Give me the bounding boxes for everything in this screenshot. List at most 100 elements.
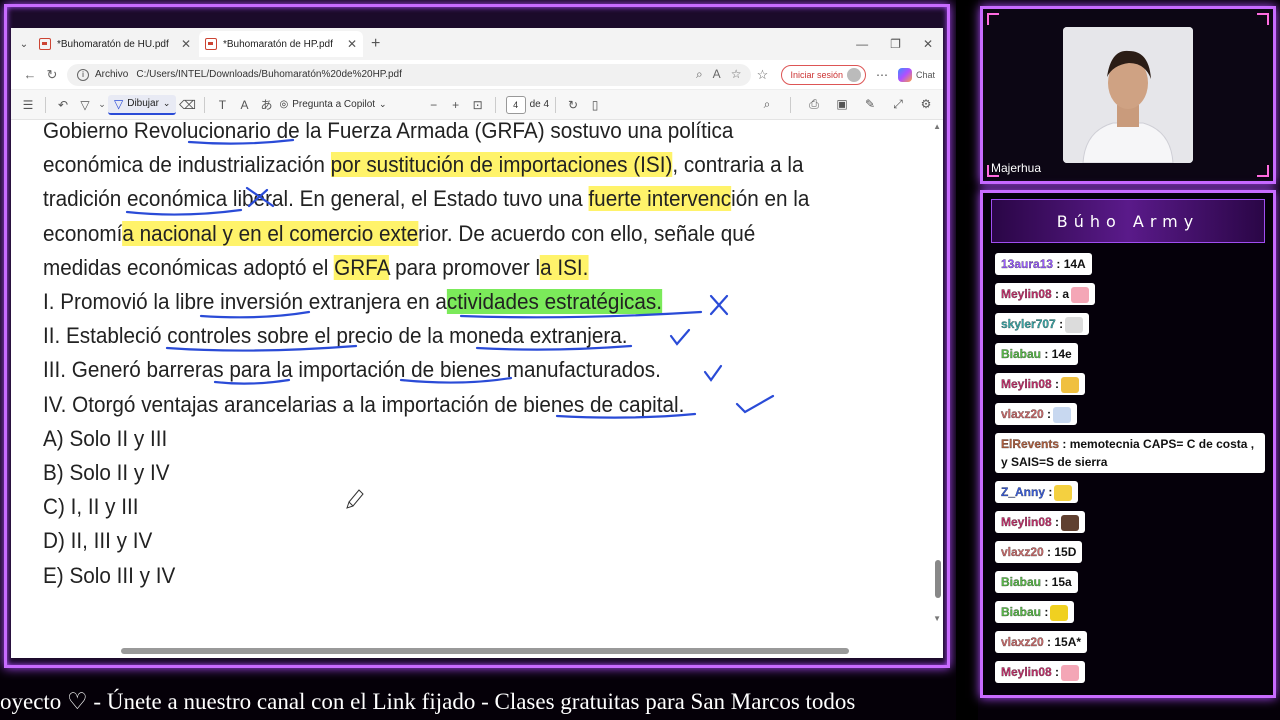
tab-list-chevron-icon[interactable]: ⌄: [15, 39, 33, 50]
new-tab-icon[interactable]: +: [371, 35, 380, 53]
ask-copilot-button[interactable]: ◎ Pregunta a Copilot ⌄: [279, 99, 386, 110]
statement-line: II. Estableció controles sobre el precio…: [43, 319, 792, 353]
translate-icon[interactable]: あ: [255, 96, 277, 113]
chat-message-row: Biabau : 14e: [995, 343, 1271, 373]
chat-username[interactable]: Biabau: [1001, 605, 1041, 619]
text-run: D) II, III y IV: [43, 528, 153, 554]
vertical-scrollbar[interactable]: [935, 560, 941, 598]
more-icon[interactable]: ⋯: [876, 68, 888, 82]
page-view-icon[interactable]: ▯: [584, 98, 606, 112]
print-icon[interactable]: ⎙: [803, 97, 825, 113]
zoom-icon[interactable]: ⌕: [696, 67, 703, 82]
undo-icon[interactable]: ↶: [52, 98, 74, 112]
favorites-icon[interactable]: ☆: [751, 67, 773, 83]
read-aloud-icon[interactable]: A: [233, 98, 255, 112]
chat-username[interactable]: 13aura13: [1001, 257, 1053, 271]
highlight-icon[interactable]: ▽: [74, 98, 96, 112]
scroll-down-icon[interactable]: ▼: [933, 614, 941, 623]
chat-message-row: ElRevents : memotecnia CAPS= C de costa …: [995, 433, 1271, 481]
rotate-icon[interactable]: ↻: [562, 98, 584, 112]
chat-message: vlaxz20 : 15D: [995, 541, 1083, 563]
zoom-in-icon[interactable]: +: [445, 98, 467, 112]
pen-icon: ▽: [114, 96, 124, 111]
chat-message: vlaxz20 : 15A*: [995, 631, 1088, 653]
text-run: Gobierno Revolucionario de la Fuerza Arm…: [43, 120, 734, 143]
text-box-icon[interactable]: T: [211, 98, 233, 112]
eraser-icon[interactable]: ⌫: [176, 98, 198, 112]
chat-username[interactable]: vlaxz20: [1001, 545, 1044, 559]
chat-message-row: vlaxz20 : 15A*: [995, 631, 1271, 661]
chat-username[interactable]: Meylin08: [1001, 515, 1052, 529]
answer-option: E) Solo III y IV: [43, 559, 792, 593]
text-run: para promover l: [389, 254, 541, 280]
chat-message-row: Meylin08 : a: [995, 283, 1271, 313]
copilot-icon: ◎: [279, 99, 289, 110]
chat-username[interactable]: vlaxz20: [1001, 407, 1044, 421]
statement-line: IV. Otorgó ventajas arancelarias a la im…: [43, 388, 792, 422]
chat-username[interactable]: skyler707: [1001, 317, 1056, 331]
chat-username[interactable]: Meylin08: [1001, 665, 1052, 679]
text-run: III. Generó barreras para la importación…: [43, 357, 661, 383]
restore-icon[interactable]: ❐: [890, 37, 901, 51]
signin-button[interactable]: Iniciar sesión: [781, 64, 866, 85]
chat-username[interactable]: Meylin08: [1001, 377, 1052, 391]
settings-gear-icon[interactable]: ⚙: [915, 97, 937, 113]
url-field[interactable]: i Archivo C:/Users/INTEL/Downloads/Buhom…: [67, 63, 752, 86]
text-run: II. Estableció controles sobre el precio…: [43, 323, 628, 349]
contents-icon[interactable]: ☰: [17, 98, 39, 112]
search-icon[interactable]: ⌕: [756, 97, 778, 113]
save-as-icon[interactable]: ✎: [859, 97, 881, 113]
highlight-yellow: por sustitución de importaciones (ISI): [330, 152, 673, 178]
chat-text: :: [1051, 377, 1060, 391]
chat-text: :: [1043, 407, 1052, 421]
page-number-input[interactable]: 4: [505, 95, 526, 114]
chat-message: skyler707 :: [995, 313, 1090, 335]
fit-page-icon[interactable]: ⊡: [467, 98, 489, 112]
window-controls: — ❐ ✕: [856, 37, 943, 51]
chat-username[interactable]: Z_Anny: [1001, 485, 1045, 499]
pdf-icon: [39, 38, 51, 50]
chat-panel: Búho Army 13aura13 : 14A Meylin08 : a skyl…: [980, 190, 1276, 698]
tab-hu-pdf[interactable]: *Buhomaratón de HU.pdf ✕: [33, 31, 197, 57]
close-icon[interactable]: ✕: [347, 37, 357, 51]
url-text[interactable]: C:/Users/INTEL/Downloads/Buhomaratón%20d…: [136, 69, 402, 80]
scroll-up-icon[interactable]: ▲: [933, 122, 941, 131]
tab-bar: ⌄ *Buhomaratón de HU.pdf ✕ *Buhomaratón …: [11, 28, 943, 60]
fullscreen-icon[interactable]: ⤢: [887, 97, 909, 113]
chevron-down-icon[interactable]: ⌄: [96, 99, 108, 110]
horizontal-scrollbar[interactable]: [121, 648, 849, 654]
chat-username[interactable]: ElRevents: [1001, 437, 1059, 451]
emote-icon: [1053, 406, 1072, 423]
url-scheme-label: Archivo: [95, 69, 129, 80]
text-run: , contraria a la: [672, 152, 804, 178]
address-bar: ← ↻ i Archivo C:/Users/INTEL/Downloads/B…: [11, 60, 943, 90]
back-icon[interactable]: ←: [19, 67, 41, 82]
chat-text: : 14e: [1041, 347, 1072, 361]
chat-label: Chat: [915, 69, 935, 80]
url-actions: ⌕ A ☆: [696, 67, 742, 82]
chat-username[interactable]: vlaxz20: [1001, 635, 1044, 649]
draw-button[interactable]: ▽ Dibujar ⌄: [108, 94, 177, 115]
chat-text: :: [1041, 605, 1049, 619]
copilot-chat-button[interactable]: Chat: [897, 67, 935, 82]
tab-hp-pdf[interactable]: *Buhomaratón de HP.pdf ✕: [199, 31, 363, 57]
panel-gap: [956, 0, 978, 720]
chat-text: : 15a: [1041, 575, 1072, 589]
chat-username[interactable]: Biabau: [1001, 575, 1041, 589]
close-icon[interactable]: ✕: [181, 37, 191, 51]
chat-username[interactable]: Meylin08: [1001, 287, 1052, 301]
save-icon[interactable]: ▣: [831, 97, 853, 113]
presenter-silhouette: [1063, 27, 1193, 163]
favorite-star-icon[interactable]: ☆: [731, 67, 742, 82]
chevron-down-icon: ⌄: [162, 98, 171, 108]
highlight-yellow: GRFA: [334, 254, 390, 280]
paragraph-line: economía nacional y en el comercio exter…: [43, 217, 792, 251]
read-aloud-icon[interactable]: A: [713, 67, 721, 82]
zoom-out-icon[interactable]: −: [423, 98, 445, 112]
text-run: E) Solo III y IV: [43, 562, 176, 588]
chat-username[interactable]: Biabau: [1001, 347, 1041, 361]
refresh-icon[interactable]: ↻: [41, 67, 63, 83]
close-window-icon[interactable]: ✕: [923, 37, 933, 51]
minimize-icon[interactable]: —: [856, 37, 868, 51]
info-icon[interactable]: i: [77, 68, 89, 81]
